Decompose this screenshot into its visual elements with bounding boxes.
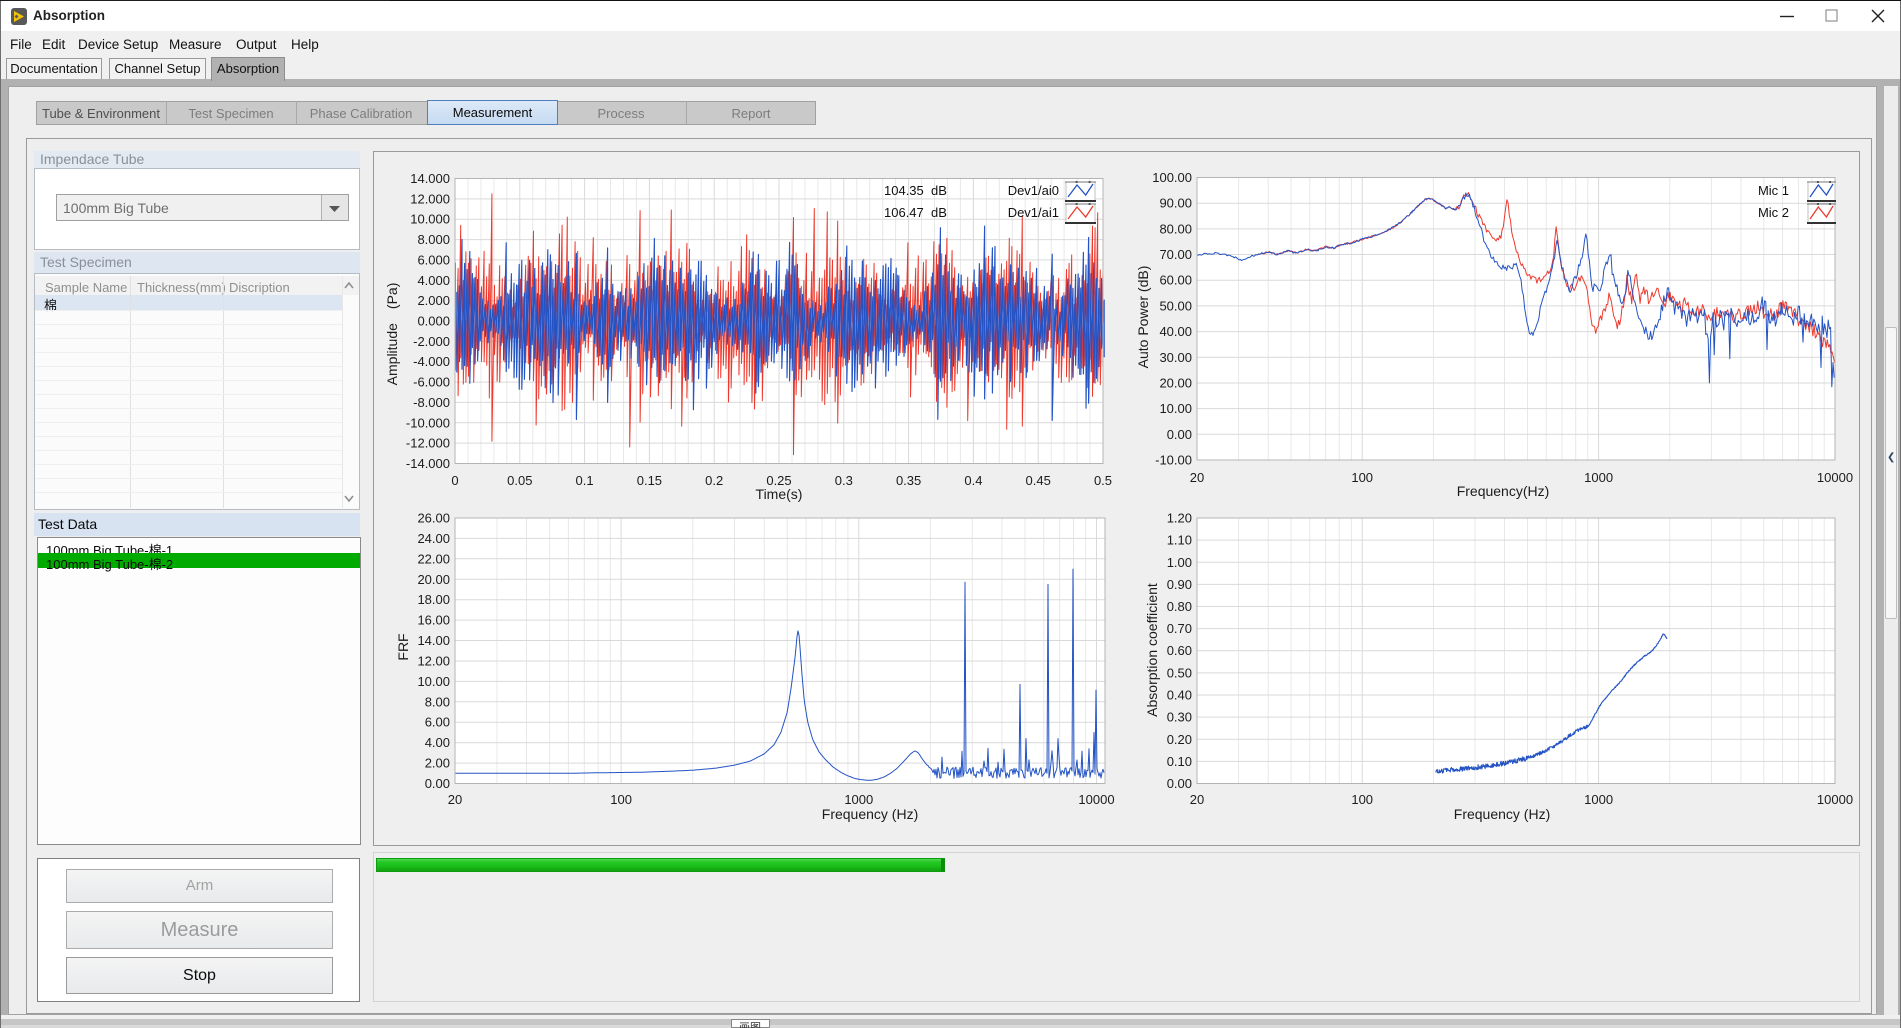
svg-text:80.00: 80.00 (1159, 221, 1192, 236)
svg-text:6.00: 6.00 (425, 715, 450, 730)
svg-text:0.15: 0.15 (637, 473, 662, 488)
svg-text:100: 100 (1351, 792, 1373, 807)
svg-text:30.00: 30.00 (1159, 350, 1192, 365)
svg-text:20: 20 (448, 792, 462, 807)
svg-text:Amplitude (Pa): Amplitude (Pa) (384, 283, 400, 386)
svg-text:1000: 1000 (1584, 792, 1613, 807)
svg-text:-14.000: -14.000 (406, 456, 450, 471)
svg-text:0.50: 0.50 (1167, 665, 1192, 680)
svg-text:24.00: 24.00 (417, 531, 450, 546)
svg-text:12.000: 12.000 (410, 191, 450, 206)
svg-text:14.000: 14.000 (410, 171, 450, 186)
svg-text:2.00: 2.00 (425, 756, 450, 771)
svg-text:-2.000: -2.000 (413, 334, 450, 349)
svg-text:0.5: 0.5 (1094, 473, 1112, 488)
svg-text:-6.000: -6.000 (413, 375, 450, 390)
svg-text:0.1: 0.1 (576, 473, 594, 488)
svg-text:Mic 2: Mic 2 (1758, 205, 1789, 220)
svg-text:10.000: 10.000 (410, 212, 450, 227)
svg-text:0.90: 0.90 (1167, 577, 1192, 592)
svg-text:40.00: 40.00 (1159, 324, 1192, 339)
svg-text:0.20: 0.20 (1167, 732, 1192, 747)
svg-text:Frequency (Hz): Frequency (Hz) (822, 806, 918, 822)
svg-text:20: 20 (1190, 792, 1204, 807)
svg-text:26.00: 26.00 (417, 511, 450, 526)
svg-text:0.3: 0.3 (835, 473, 853, 488)
svg-text:6.000: 6.000 (417, 252, 450, 267)
svg-text:0.60: 0.60 (1167, 643, 1192, 658)
svg-text:106.47 dB: 106.47 dB (884, 205, 947, 220)
svg-text:Mic 1: Mic 1 (1758, 183, 1789, 198)
svg-text:1.10: 1.10 (1167, 533, 1192, 548)
svg-text:60.00: 60.00 (1159, 273, 1192, 288)
svg-text:104.35 dB: 104.35 dB (884, 183, 947, 198)
svg-text:100.00: 100.00 (1152, 170, 1192, 185)
svg-text:12.00: 12.00 (417, 654, 450, 669)
svg-text:0.35: 0.35 (896, 473, 921, 488)
svg-text:0.000: 0.000 (417, 314, 450, 329)
svg-text:Frequency(Hz): Frequency(Hz) (1457, 483, 1550, 499)
svg-text:8.000: 8.000 (417, 232, 450, 247)
svg-text:0.00: 0.00 (425, 776, 450, 791)
svg-text:0.05: 0.05 (507, 473, 532, 488)
svg-text:14.00: 14.00 (417, 633, 450, 648)
svg-text:Absorption coefficient: Absorption coefficient (1144, 583, 1160, 717)
svg-text:10000: 10000 (1817, 792, 1853, 807)
svg-text:Dev1/ai1: Dev1/ai1 (1008, 205, 1059, 220)
svg-text:-12.000: -12.000 (406, 436, 450, 451)
svg-text:20.00: 20.00 (1159, 376, 1192, 391)
svg-text:0.45: 0.45 (1026, 473, 1051, 488)
svg-text:Time(s): Time(s) (756, 486, 803, 502)
svg-text:0.10: 0.10 (1167, 754, 1192, 769)
svg-text:0.4: 0.4 (964, 473, 982, 488)
svg-text:-4.000: -4.000 (413, 354, 450, 369)
svg-text:10000: 10000 (1817, 470, 1853, 485)
svg-text:1000: 1000 (1584, 470, 1613, 485)
svg-text:-10.000: -10.000 (406, 415, 450, 430)
svg-text:70.00: 70.00 (1159, 247, 1192, 262)
svg-text:0.70: 0.70 (1167, 621, 1192, 636)
svg-text:0.30: 0.30 (1167, 710, 1192, 725)
svg-text:Dev1/ai0: Dev1/ai0 (1008, 183, 1059, 198)
svg-text:90.00: 90.00 (1159, 196, 1192, 211)
svg-text:1.20: 1.20 (1167, 511, 1192, 526)
svg-text:0.00: 0.00 (1167, 776, 1192, 791)
svg-text:2.000: 2.000 (417, 293, 450, 308)
svg-text:20.00: 20.00 (417, 572, 450, 587)
svg-text:0.2: 0.2 (705, 473, 723, 488)
svg-text:10000: 10000 (1078, 792, 1114, 807)
svg-text:10.00: 10.00 (417, 674, 450, 689)
svg-text:22.00: 22.00 (417, 551, 450, 566)
svg-text:8.00: 8.00 (425, 694, 450, 709)
svg-text:16.00: 16.00 (417, 613, 450, 628)
svg-text:100: 100 (610, 792, 632, 807)
svg-text:18.00: 18.00 (417, 592, 450, 607)
svg-text:-8.000: -8.000 (413, 395, 450, 410)
svg-text:4.00: 4.00 (425, 735, 450, 750)
svg-text:20: 20 (1190, 470, 1204, 485)
svg-text:10.00: 10.00 (1159, 401, 1192, 416)
svg-text:0.80: 0.80 (1167, 599, 1192, 614)
svg-text:0.00: 0.00 (1167, 427, 1192, 442)
svg-text:Auto Power (dB): Auto Power (dB) (1135, 266, 1151, 369)
svg-text:FRF: FRF (395, 633, 411, 660)
svg-text:0.40: 0.40 (1167, 688, 1192, 703)
svg-text:50.00: 50.00 (1159, 298, 1192, 313)
svg-text:1000: 1000 (844, 792, 873, 807)
svg-text:Frequency (Hz): Frequency (Hz) (1454, 806, 1550, 822)
svg-text:0: 0 (451, 473, 458, 488)
svg-text:1.00: 1.00 (1167, 555, 1192, 570)
svg-text:4.000: 4.000 (417, 273, 450, 288)
svg-text:-10.00: -10.00 (1155, 453, 1192, 468)
svg-text:100: 100 (1351, 470, 1373, 485)
